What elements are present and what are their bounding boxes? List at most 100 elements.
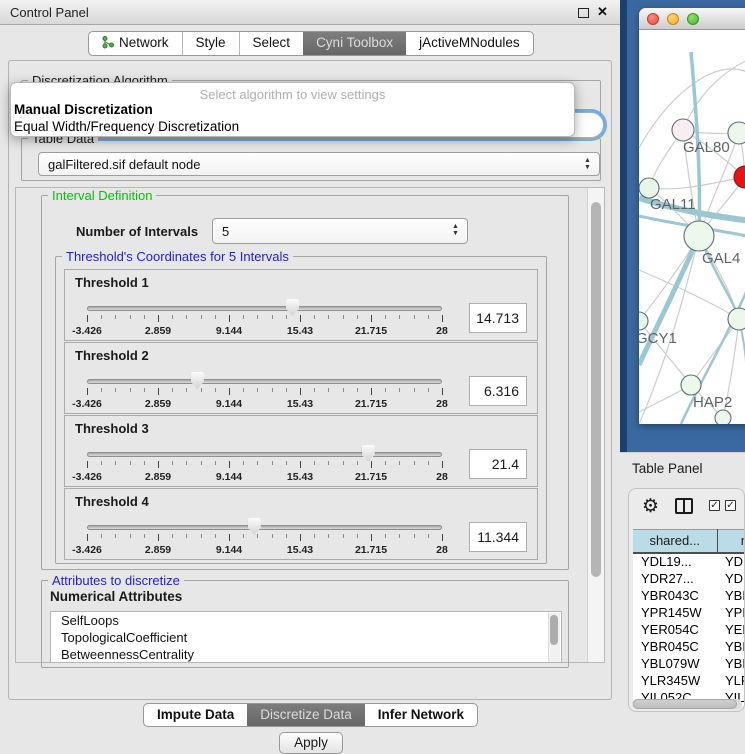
- network-node[interactable]: [684, 221, 714, 251]
- table-row[interactable]: YBL079WYBL0: [633, 655, 745, 672]
- checkbox-icon[interactable]: ✓: [709, 500, 720, 511]
- thresholds-group: Threshold's Coordinates for 5 Intervals …: [55, 256, 547, 564]
- tick-mark: [257, 461, 258, 465]
- tab-cyni-toolbox[interactable]: Cyni Toolbox: [303, 32, 406, 55]
- slider-track[interactable]: [87, 525, 442, 530]
- table-row[interactable]: YLR345WYLR3: [633, 672, 745, 689]
- threshold-value-field[interactable]: 6.316: [469, 376, 527, 406]
- table-cell[interactable]: YBR045C: [633, 638, 717, 655]
- column-header[interactable]: shared...: [633, 530, 717, 553]
- network-window-titlebar[interactable]: [639, 8, 745, 30]
- slider-track[interactable]: [87, 452, 442, 457]
- network-node[interactable]: [715, 410, 731, 424]
- split-columns-icon[interactable]: [675, 498, 693, 514]
- numerical-attributes-list[interactable]: SelfLoopsTopologicalCoefficientBetweenne…: [50, 611, 562, 663]
- stepper-arrows-icon[interactable]: ▲▼: [583, 157, 592, 171]
- threshold-value-field[interactable]: 14.713: [469, 303, 527, 333]
- table-cell[interactable]: YBR0: [717, 638, 745, 655]
- stepper-arrows-icon[interactable]: ▲▼: [451, 223, 460, 237]
- threshold-value-field[interactable]: 11.344: [469, 522, 527, 552]
- table-data-combo[interactable]: galFiltered.sif default node ▲▼: [38, 152, 600, 176]
- tab-impute-data[interactable]: Impute Data: [144, 704, 247, 726]
- control-panel-titlebar: Control Panel ✕: [0, 0, 620, 25]
- gear-icon[interactable]: ⚙: [642, 495, 659, 518]
- tab-style[interactable]: Style: [182, 32, 239, 55]
- tick-mark: [399, 315, 400, 319]
- table-cell[interactable]: YER0: [717, 621, 745, 638]
- tick-mark: [229, 534, 230, 541]
- float-window-icon[interactable]: [578, 8, 589, 18]
- slider-handle[interactable]: [248, 518, 261, 535]
- network-node[interactable]: [672, 119, 694, 141]
- table-row[interactable]: YER054CYER0: [633, 621, 745, 638]
- control-panel: Control Panel ✕ NetworkStyleSelectCyni T…: [0, 0, 620, 745]
- number-of-intervals-combo[interactable]: 5 ▲▼: [212, 218, 468, 244]
- table-row[interactable]: YBR045CYBR0: [633, 638, 745, 655]
- network-nodes[interactable]: GAL80GACGAL11GAL4GCY1HHAP2: [639, 119, 745, 424]
- checkbox-icon[interactable]: ✓: [725, 500, 736, 511]
- slider-track[interactable]: [87, 306, 442, 311]
- table-data-combo-value: galFiltered.sif default node: [48, 157, 200, 172]
- slider-handle[interactable]: [191, 372, 204, 389]
- horizontal-scrollbar[interactable]: [632, 699, 742, 709]
- tick-label: 9.144: [216, 398, 242, 410]
- table-cell[interactable]: YDL1: [717, 553, 745, 570]
- tab-jactivemnodules[interactable]: jActiveMNodules: [406, 32, 533, 55]
- table-cell[interactable]: YDR2: [717, 570, 745, 587]
- table-row[interactable]: YDL19...YDL1: [633, 553, 745, 570]
- tab-infer-network[interactable]: Infer Network: [365, 704, 477, 726]
- network-node[interactable]: [728, 122, 745, 144]
- attribute-list-item[interactable]: BetweennessCentrality: [51, 646, 561, 663]
- tab-select[interactable]: Select: [239, 32, 304, 55]
- list-scrollbar[interactable]: [548, 613, 560, 663]
- traffic-light-close-icon[interactable]: [647, 13, 659, 25]
- network-canvas[interactable]: GAL80GACGAL11GAL4GCY1HHAP2: [639, 30, 745, 424]
- network-node[interactable]: [681, 375, 701, 395]
- slider-track[interactable]: [87, 379, 442, 384]
- network-node[interactable]: [639, 178, 659, 198]
- close-icon[interactable]: ✕: [597, 4, 608, 20]
- table-cell[interactable]: YPR145W: [633, 604, 717, 621]
- table-row[interactable]: YPR145WYPR1: [633, 604, 745, 621]
- network-node[interactable]: [728, 308, 745, 330]
- table-cell[interactable]: YPR1: [717, 604, 745, 621]
- traffic-light-minimize-icon[interactable]: [667, 13, 679, 25]
- tick-mark: [201, 388, 202, 392]
- apply-button[interactable]: Apply: [279, 732, 343, 754]
- table-row[interactable]: YDR27...YDR2: [633, 570, 745, 587]
- threshold-value-field[interactable]: 21.4: [469, 449, 527, 479]
- group-label-thresholds: Threshold's Coordinates for 5 Intervals: [62, 249, 293, 264]
- table-cell[interactable]: YBR0: [717, 587, 745, 604]
- tick-mark: [215, 315, 216, 319]
- table-cell[interactable]: YBL0: [717, 655, 745, 672]
- algorithm-option[interactable]: Manual Discretization: [14, 102, 153, 117]
- interval-definition-group: Interval Definition Number of Intervals …: [41, 195, 569, 570]
- table-row[interactable]: YBR043CYBR0: [633, 587, 745, 604]
- vertical-scrollbar[interactable]: [587, 188, 604, 662]
- network-window[interactable]: GAL80GACGAL11GAL4GCY1HHAP2: [639, 8, 745, 424]
- table-cell[interactable]: YER054C: [633, 621, 717, 638]
- list-scrollbar-thumb[interactable]: [550, 615, 558, 645]
- slider-handle[interactable]: [286, 299, 299, 316]
- table-cell[interactable]: YDR27...: [633, 570, 717, 587]
- tick-mark: [229, 388, 230, 395]
- slider-handle[interactable]: [362, 445, 375, 462]
- table-cell[interactable]: YLR345W: [633, 672, 717, 689]
- horizontal-scrollbar-thumb[interactable]: [633, 699, 737, 709]
- tab-discretize-data[interactable]: Discretize Data: [247, 704, 365, 726]
- column-header[interactable]: n...: [717, 530, 745, 553]
- table-cell[interactable]: YDL19...: [633, 553, 717, 570]
- table-cell[interactable]: YBL079W: [633, 655, 717, 672]
- vertical-scrollbar-thumb[interactable]: [591, 202, 601, 577]
- network-node[interactable]: [639, 312, 648, 330]
- threshold-list: Threshold 1-3.4262.8599.14415.4321.71528…: [56, 269, 546, 560]
- traffic-light-zoom-icon[interactable]: [687, 13, 699, 25]
- tick-mark: [414, 534, 415, 538]
- table-cell[interactable]: YBR043C: [633, 587, 717, 604]
- attribute-list-item[interactable]: SelfLoops: [51, 612, 561, 629]
- node-attribute-table[interactable]: shared...n... YDL19...YDL1YDR27...YDR2YB…: [633, 529, 745, 706]
- tab-network[interactable]: Network: [89, 32, 182, 55]
- table-cell[interactable]: YLR3: [717, 672, 745, 689]
- attribute-list-item[interactable]: TopologicalCoefficient: [51, 629, 561, 646]
- algorithm-option[interactable]: Equal Width/Frequency Discretization: [14, 119, 239, 134]
